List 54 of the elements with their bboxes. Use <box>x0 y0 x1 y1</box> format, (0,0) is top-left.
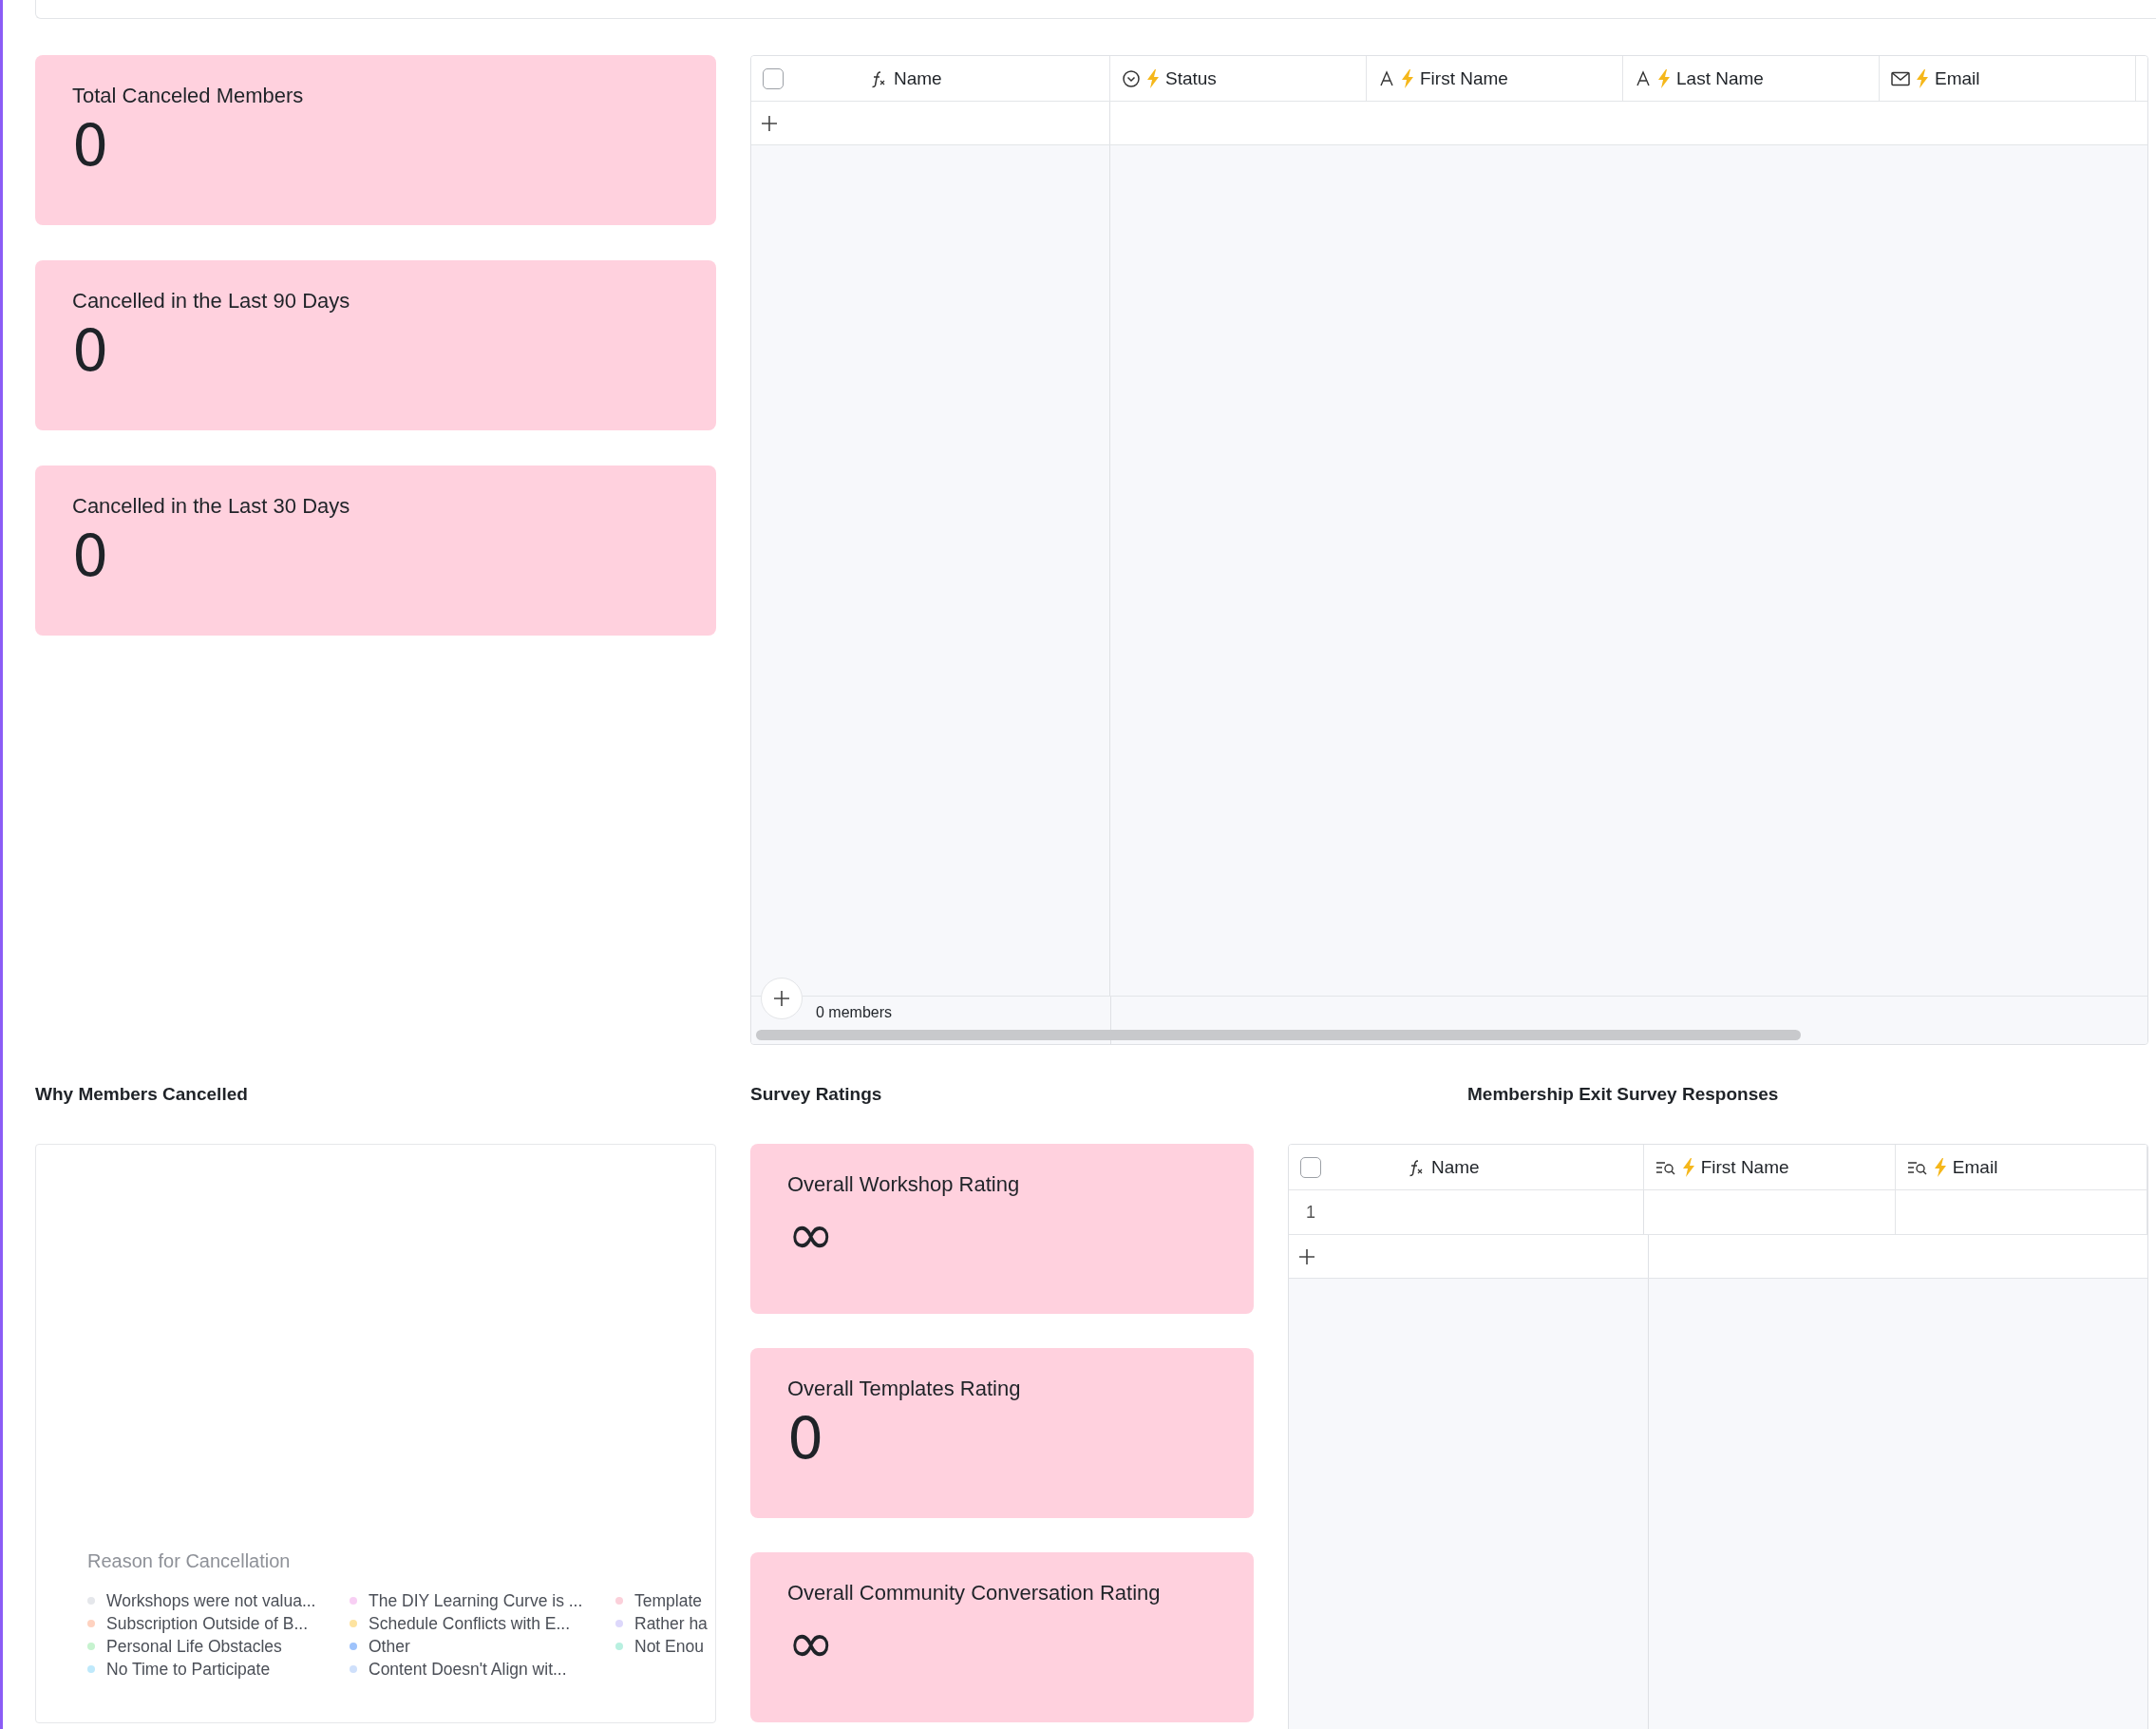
envelope-icon <box>1891 70 1910 86</box>
legend-label: Subscription Outside of B... <box>106 1613 309 1634</box>
card-title: Overall Community Conversation Rating <box>787 1581 1162 1606</box>
plus-icon <box>773 990 790 1007</box>
column-header[interactable]: First Name <box>1401 67 1508 89</box>
column-header[interactable]: First Name <box>1681 1156 1789 1178</box>
card-title: Cancelled in the Last 30 Days <box>72 494 351 519</box>
plus-icon[interactable] <box>761 114 778 132</box>
legend-label: No Time to Participate <box>106 1659 271 1680</box>
legend-label: Not Enou <box>634 1636 704 1657</box>
card-value: ∞ <box>787 1203 836 1265</box>
legend-label: Content Doesn't Align wit... <box>369 1659 567 1680</box>
legend-label: Template <box>634 1590 702 1611</box>
legend-label: Other <box>369 1636 410 1657</box>
card-title: Overall Workshop Rating <box>787 1172 1021 1197</box>
column-header[interactable]: Email <box>1916 67 1980 89</box>
row-number: 1 <box>1306 1202 1315 1223</box>
plus-icon[interactable] <box>1298 1247 1315 1265</box>
legend-title: Reason for Cancellation <box>87 1550 292 1572</box>
legend-label: Workshops were not valua... <box>106 1590 316 1611</box>
card-value: 0 <box>72 319 110 382</box>
text-type-icon <box>1378 69 1395 87</box>
card-value: 0 <box>72 114 110 177</box>
lightning-icon <box>1401 68 1414 88</box>
add-button[interactable] <box>761 978 803 1019</box>
legend-label: Personal Life Obstacles <box>106 1636 282 1657</box>
checkbox[interactable] <box>763 67 784 89</box>
checkbox[interactable] <box>1300 1156 1321 1178</box>
card-title: Total Canceled Members <box>72 84 305 108</box>
lightning-icon <box>1916 68 1929 88</box>
lightning-icon <box>1146 68 1160 88</box>
card-value: ∞ <box>787 1611 836 1674</box>
section-title: Survey Ratings <box>750 1084 883 1105</box>
column-header[interactable]: Email <box>1933 1156 1998 1178</box>
text-type-icon <box>1635 69 1652 87</box>
card-title: Cancelled in the Last 90 Days <box>72 289 351 314</box>
legend-label: Schedule Conflicts with E... <box>369 1613 571 1634</box>
column-header[interactable]: Name <box>1431 1156 1480 1178</box>
column-header[interactable]: Name <box>894 67 942 89</box>
card-value: 0 <box>72 524 110 587</box>
column-header[interactable]: Last Name <box>1657 67 1764 89</box>
lightning-icon <box>1933 1157 1947 1177</box>
legend-label: Rather ha <box>634 1613 708 1634</box>
section-title: Why Members Cancelled <box>35 1084 249 1105</box>
status-icon <box>1122 68 1141 88</box>
card-title: Overall Templates Rating <box>787 1377 1022 1401</box>
section-title: Membership Exit Survey Responses <box>1467 1084 1779 1105</box>
card-value: 0 <box>787 1407 825 1470</box>
column-header[interactable]: Status <box>1146 67 1217 89</box>
record-count: 0 members <box>816 1004 893 1021</box>
lightning-icon <box>1657 68 1671 88</box>
scrollbar[interactable] <box>756 1030 1801 1040</box>
legend-label: The DIY Learning Curve is ... <box>369 1590 583 1611</box>
lightning-icon <box>1681 1157 1695 1177</box>
